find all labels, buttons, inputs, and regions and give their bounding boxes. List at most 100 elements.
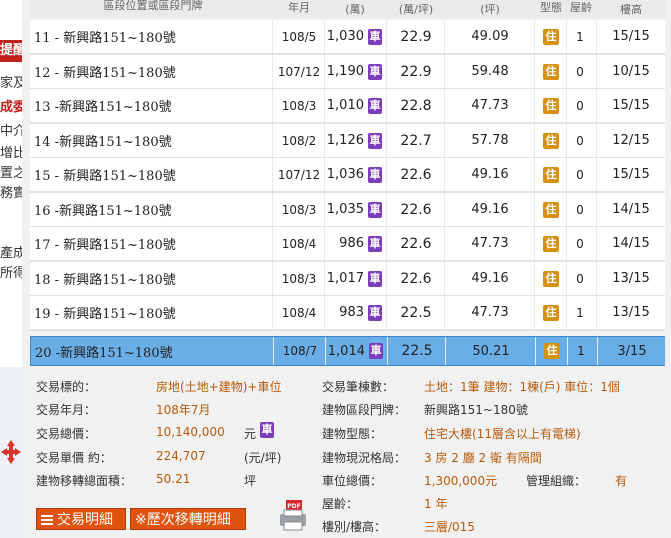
row-total: 1,017 xyxy=(326,262,364,295)
left-text-line: 家及 xyxy=(0,76,22,91)
column-divider xyxy=(596,227,597,260)
row-age-text: 0 xyxy=(576,202,584,217)
row-total: 1,126 xyxy=(326,124,364,157)
row-floor: 3/15 xyxy=(599,337,665,365)
column-divider xyxy=(272,55,273,88)
row-address: 11 - 新興路151~180號 xyxy=(34,20,272,53)
row-age: 0 xyxy=(566,227,594,260)
unitprice-unit: (元/坪) xyxy=(244,451,282,465)
column-divider xyxy=(386,262,387,295)
pan-arrows-icon[interactable] xyxy=(0,438,22,466)
row-floor: 14/15 xyxy=(598,193,664,226)
column-divider xyxy=(567,337,568,365)
column-divider xyxy=(535,337,536,365)
car-badge: 車 xyxy=(368,63,382,80)
row-car: 車 xyxy=(366,20,384,53)
count-value: 土地：1筆 建物：1棟(戶) 車位：1個 xyxy=(424,380,620,394)
addr-value: 新興路151~180號 xyxy=(424,403,528,417)
column-divider xyxy=(566,89,567,122)
total-value: 10,140,000 xyxy=(156,425,225,439)
column-divider xyxy=(272,296,273,329)
menu-icon xyxy=(41,515,53,525)
column-divider xyxy=(566,193,567,226)
row-address: 19 - 新興路151~180號 xyxy=(34,296,272,329)
table-row[interactable]: 13 -新興路151~180號 108/3 1,010 車 22.8 47.73 住 0 15/… xyxy=(30,89,666,124)
table-row[interactable]: 16 -新興路151~180號 108/3 1,035 車 22.6 49.16 住 0 14/… xyxy=(30,193,666,228)
row-address: 13 -新興路151~180號 xyxy=(34,89,272,122)
column-divider xyxy=(272,262,273,295)
row-unit-price-text: 22.6 xyxy=(400,201,432,218)
parking-label: 車位總價： xyxy=(322,474,383,488)
column-divider xyxy=(386,20,387,53)
row-type: 住 xyxy=(536,262,566,295)
row-age-text: 1 xyxy=(577,344,585,358)
table-row[interactable]: 18 - 新興路151~180號 108/3 1,017 車 22.6 49.16 住 0 13… xyxy=(30,262,666,297)
floor-value: 三層/015 xyxy=(424,520,475,534)
row-floor-text: 14/15 xyxy=(612,236,650,251)
row-total: 1,014 xyxy=(327,337,365,365)
row-total-text: 1,010 xyxy=(326,98,364,113)
row-unit-price-text: 22.7 xyxy=(400,132,432,149)
car-badge: 車 xyxy=(368,235,382,252)
header-type: 型態 xyxy=(540,2,562,14)
area-unit: 坪 xyxy=(244,474,257,488)
car-badge: 車 xyxy=(368,304,382,321)
column-divider xyxy=(596,296,597,329)
column-divider xyxy=(534,296,535,329)
row-address-text: 20 -新興路151~180號 xyxy=(35,345,173,361)
row-area: 49.16 xyxy=(446,158,534,191)
row-unit-price-text: 22.8 xyxy=(400,97,432,114)
row-age: 1 xyxy=(566,296,594,329)
column-divider xyxy=(534,124,535,157)
row-area: 49.16 xyxy=(446,262,534,295)
history-button[interactable]: ※歷次移轉明細 xyxy=(130,508,246,530)
row-floor-text: 15/15 xyxy=(612,98,650,113)
row-total-text: 1,036 xyxy=(326,167,364,182)
row-age-text: 0 xyxy=(576,236,584,251)
total-unit: 元 xyxy=(244,427,257,441)
table-row[interactable]: 11 - 新興路151~180號 108/5 1,030 車 22.9 49.09 住 1 15… xyxy=(30,20,666,55)
row-date-text: 108/7 xyxy=(282,344,318,358)
row-date-text: 108/4 xyxy=(281,236,317,251)
row-date: 108/2 xyxy=(274,124,324,157)
row-car: 車 xyxy=(366,296,384,329)
left-red-banner: 提醒 xyxy=(0,40,22,62)
row-total-text: 986 xyxy=(339,236,364,251)
row-age: 0 xyxy=(566,89,594,122)
table-row-selected[interactable]: 20 -新興路151~180號 108/7 1,014 車 22.5 50.21 住 1 3/1… xyxy=(30,336,668,366)
row-floor: 13/15 xyxy=(598,262,664,295)
row-floor: 12/15 xyxy=(598,124,664,157)
row-floor: 13/15 xyxy=(598,296,664,329)
column-divider xyxy=(596,89,597,122)
column-divider xyxy=(324,158,325,191)
scrollbar[interactable] xyxy=(665,0,671,538)
pdf-print-icon[interactable]: PDF xyxy=(278,500,308,532)
column-divider xyxy=(566,124,567,157)
residence-badge: 住 xyxy=(544,343,560,359)
btype-value: 住宅大樓(11層含以上有電梯) xyxy=(424,427,581,441)
addr-label: 建物區段門牌： xyxy=(322,403,407,417)
row-area-text: 49.09 xyxy=(471,29,509,44)
row-unit-price: 22.7 xyxy=(390,124,442,157)
table-row[interactable]: 12 - 新興路151~180號 107/12 1,190 車 22.9 59.48 住 0 1… xyxy=(30,55,666,90)
row-date-text: 107/12 xyxy=(277,167,321,182)
column-divider xyxy=(273,337,274,365)
row-address-text: 18 - 新興路151~180號 xyxy=(34,273,176,288)
column-divider xyxy=(596,158,597,191)
table-row[interactable]: 17 - 新興路151~180號 108/4 986 車 22.6 47.73 住 0 14/1… xyxy=(30,227,666,262)
table-row[interactable]: 19 - 新興路151~180號 108/4 983 車 22.5 47.73 住 1 13/1… xyxy=(30,296,666,331)
row-unit-price: 22.8 xyxy=(390,89,442,122)
table-row[interactable]: 14 -新興路151~180號 108/2 1,126 車 22.7 57.78 住 0 12/… xyxy=(30,124,666,159)
table-row[interactable]: 15 - 新興路151~180號 107/12 1,036 車 22.6 49.16 住 0 1… xyxy=(30,158,666,193)
column-divider xyxy=(534,55,535,88)
ym-value: 108年7月 xyxy=(156,403,211,417)
car-icon: 車 xyxy=(260,422,274,438)
row-date-text: 108/3 xyxy=(281,202,317,217)
header-address: 區段位置或區段門牌 xyxy=(103,0,203,12)
row-total: 983 xyxy=(326,296,364,329)
row-date: 108/3 xyxy=(274,89,324,122)
detail-button[interactable]: 交易明細 xyxy=(36,508,126,530)
row-area-text: 49.16 xyxy=(471,167,509,182)
residence-badge: 住 xyxy=(543,132,559,149)
row-address: 17 - 新興路151~180號 xyxy=(34,227,272,260)
